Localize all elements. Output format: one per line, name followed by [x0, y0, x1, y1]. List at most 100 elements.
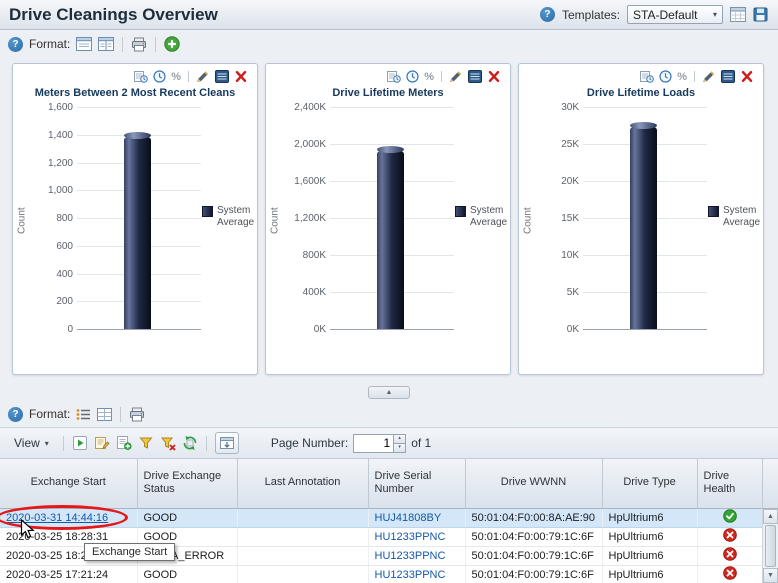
table-row-3[interactable]: 2020-03-25 17:21:24 GOOD HU1233PPNC 50:01:0… — [0, 565, 763, 583]
y-tick-label: 800 — [56, 213, 73, 224]
templates-select[interactable]: STA-Default ▾ — [627, 5, 723, 24]
percent-icon[interactable]: % — [171, 71, 181, 83]
y-tick-label: 1,600 — [47, 102, 73, 113]
chart-plot-area: 30K 25K 20K 15K 10K 5K 0K System Average — [535, 102, 763, 335]
page-spin-up-button[interactable]: ▴ — [393, 433, 407, 444]
chart-legend: System Average — [708, 205, 760, 229]
scroll-down-button[interactable]: ▼ — [763, 568, 778, 583]
y-tick-label: 200 — [56, 296, 73, 307]
health-error-icon — [722, 528, 737, 542]
health-cell — [697, 565, 763, 583]
y-tick-label: 5K — [566, 287, 579, 298]
column-header-exchange-start[interactable]: Exchange Start — [0, 459, 138, 509]
legend-swatch — [202, 206, 213, 217]
y-tick-label: 30K — [561, 102, 579, 113]
delete-chart-icon[interactable] — [487, 70, 501, 83]
add-annotation-icon[interactable] — [116, 435, 132, 451]
column-header-drive-health[interactable]: Drive Health — [697, 459, 763, 509]
help-icon[interactable]: ? — [8, 36, 23, 52]
print-icon[interactable] — [129, 407, 145, 422]
refresh-icon[interactable] — [182, 435, 198, 451]
page-spin-down-button[interactable]: ▾ — [393, 443, 407, 453]
chevron-down-icon: ▾ — [44, 438, 49, 448]
scroll-up-button[interactable]: ▲ — [763, 509, 778, 524]
x-axis-line — [583, 329, 707, 330]
percent-icon[interactable]: % — [677, 71, 687, 83]
serial-cell: HU1233PPNC — [368, 527, 466, 547]
print-icon[interactable] — [131, 37, 147, 52]
clock-icon[interactable] — [153, 70, 166, 83]
health-cell — [697, 546, 763, 566]
help-icon[interactable]: ? — [8, 406, 23, 422]
delete-chart-icon[interactable] — [740, 70, 754, 83]
chart-split-layout-icon[interactable] — [98, 37, 115, 51]
column-header-drive-exchange-status[interactable]: Drive Exchange Status — [137, 459, 238, 509]
vertical-scrollbar[interactable]: ▲ ▼ — [762, 509, 778, 583]
chart-annotations-icon[interactable] — [134, 70, 149, 83]
chart-table-toggle-icon[interactable] — [468, 70, 482, 83]
toolbar-divider — [122, 36, 124, 52]
chart-table-toggle-icon[interactable] — [721, 70, 735, 83]
help-icon[interactable]: ? — [539, 7, 555, 22]
manage-templates-icon[interactable] — [730, 7, 746, 22]
collapse-charts-button[interactable]: ▲ — [368, 385, 410, 399]
percent-icon[interactable]: % — [424, 71, 434, 83]
column-header-drive-serial-number[interactable]: Drive Serial Number — [368, 459, 466, 509]
serial-link[interactable]: HU1233PPNC — [375, 531, 446, 543]
chart-table-toggle-icon[interactable] — [215, 70, 229, 83]
bar-system-average — [124, 132, 151, 329]
clear-filter-icon[interactable] — [160, 435, 176, 451]
exchange-start-link[interactable]: 2020-03-31 14:44:16 — [6, 512, 108, 524]
chart-layout-icon[interactable] — [76, 37, 93, 51]
y-tick-label: 800K — [302, 250, 326, 261]
health-good-icon — [722, 509, 737, 523]
clock-icon[interactable] — [406, 70, 419, 83]
list-view-icon[interactable] — [76, 408, 91, 421]
clock-icon[interactable] — [659, 70, 672, 83]
save-template-icon[interactable] — [753, 7, 768, 22]
grid-view-icon[interactable] — [97, 407, 113, 421]
column-header-drive-type[interactable]: Drive Type — [602, 459, 698, 509]
delete-chart-icon[interactable] — [234, 70, 248, 83]
chart-annotations-icon[interactable] — [387, 70, 402, 83]
y-tick-label: 400K — [302, 287, 326, 298]
charts-collapse-row: ▲ — [0, 383, 778, 401]
edit-annotation-icon[interactable] — [94, 435, 110, 451]
edit-chart-icon[interactable] — [449, 70, 463, 83]
titlebar-controls: ? Templates: STA-Default ▾ — [539, 5, 768, 24]
y-tick-label: 0K — [566, 324, 579, 335]
gridline — [77, 107, 201, 108]
add-chart-icon[interactable] — [164, 36, 181, 52]
detach-button[interactable] — [214, 432, 239, 454]
annotation-cell — [237, 546, 369, 566]
page-number-spinner: ▴ ▾ — [353, 433, 407, 453]
filter-icon[interactable] — [138, 435, 154, 451]
chart-panel-1: % Drive Lifetime Meters Count 2,400K 2,000K 1… — [265, 63, 511, 375]
table-row-0[interactable]: 2020-03-31 14:44:16 GOOD HUJ41808BY 50:01:0… — [0, 508, 763, 528]
cleanings-table: Exchange Start Drive Exchange Status Last … — [0, 459, 763, 583]
chart-title: Drive Lifetime Loads — [586, 87, 696, 99]
y-tick-label: 2,400K — [294, 102, 326, 113]
edit-chart-icon[interactable] — [196, 70, 210, 83]
scrollbar-thumb[interactable] — [765, 525, 776, 567]
column-header-drive-wwnn[interactable]: Drive WWNN — [465, 459, 603, 509]
page-number-input[interactable] — [353, 433, 394, 453]
column-header-last-annotation[interactable]: Last Annotation — [237, 459, 369, 509]
table-format-toolbar: ? Format: — [0, 401, 778, 427]
annotation-cell — [237, 565, 369, 583]
table-toolbar: View ▾ Page Number: ▴ ▾ of 1 — [0, 427, 778, 459]
serial-link[interactable]: HU1233PPNC — [375, 569, 446, 581]
serial-cell: HU1233PPNC — [368, 546, 466, 566]
serial-link[interactable]: HU1233PPNC — [375, 550, 446, 562]
chart-format-label: Format: — [29, 37, 71, 51]
execute-icon[interactable] — [72, 435, 88, 451]
edit-chart-icon[interactable] — [702, 70, 716, 83]
chart-title: Drive Lifetime Meters — [332, 87, 444, 99]
wwnn-cell: 50:01:04:F0:00:79:1C:6F — [465, 565, 603, 583]
legend-label: System Average — [470, 205, 508, 228]
annotation-cell — [237, 508, 369, 528]
panel-icon-divider — [694, 71, 695, 82]
chart-annotations-icon[interactable] — [640, 70, 655, 83]
serial-link[interactable]: HUJ41808BY — [375, 512, 442, 524]
view-menu-button[interactable]: View ▾ — [8, 434, 55, 452]
